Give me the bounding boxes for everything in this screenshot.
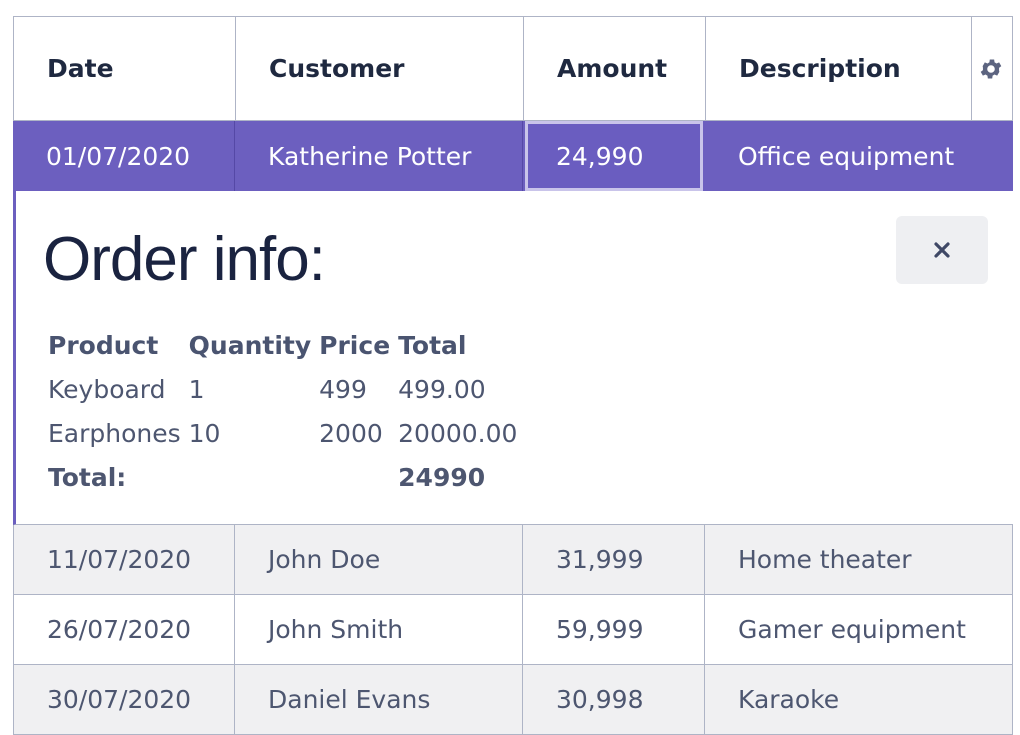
cell-description[interactable]: Gamer equipment <box>705 595 1012 664</box>
order-item-price: 499 <box>319 374 367 404</box>
order-item-quantity: 1 <box>188 374 205 404</box>
order-total-value: 24990 <box>398 462 486 492</box>
order-header-product: Product <box>48 330 159 360</box>
order-header-price: Price <box>319 330 391 360</box>
cell-date[interactable]: 11/07/2020 <box>14 525 235 594</box>
cell-customer[interactable]: John Smith <box>235 595 523 664</box>
order-item-total: 499.00 <box>398 374 486 404</box>
cell-amount-focused[interactable]: 24,990 <box>525 121 703 191</box>
column-header-label: Customer <box>269 54 405 83</box>
close-icon <box>934 242 950 258</box>
order-item-row: Keyboard 1 499 499.00 <box>48 367 525 411</box>
cell-amount[interactable]: 31,999 <box>523 525 705 594</box>
table-row[interactable]: 26/07/2020 John Smith 59,999 Gamer equip… <box>13 595 1013 665</box>
table-row-selected[interactable]: 01/07/2020 Katherine Potter 24,990 Offic… <box>13 121 1013 191</box>
column-header-date[interactable]: Date <box>14 17 236 120</box>
order-total-label: Total: <box>48 462 127 492</box>
table-row[interactable]: 11/07/2020 John Doe 31,999 Home theater <box>13 525 1013 595</box>
cell-date[interactable]: 30/07/2020 <box>14 665 235 734</box>
order-item-price: 2000 <box>319 418 383 448</box>
order-items-header: Product Quantity Price Total <box>48 323 525 367</box>
cell-description[interactable]: Office equipment <box>705 121 1013 191</box>
order-info-title: Order info: <box>43 225 326 294</box>
table-row[interactable]: 30/07/2020 Daniel Evans 30,998 Karaoke <box>13 665 1013 735</box>
cell-customer[interactable]: Katherine Potter <box>235 121 523 191</box>
gear-icon <box>980 58 1002 79</box>
order-items-table: Product Quantity Price Total Keyboard 1 … <box>48 323 525 499</box>
cell-date[interactable]: 26/07/2020 <box>14 595 235 664</box>
settings-button[interactable] <box>970 17 1012 120</box>
data-grid: Date Customer Amount Description 01/07/2… <box>13 16 1013 735</box>
cell-description[interactable]: Karaoke <box>705 665 1012 734</box>
cell-date[interactable]: 01/07/2020 <box>13 121 235 191</box>
order-item-product: Earphones <box>48 418 181 448</box>
cell-amount[interactable]: 30,998 <box>523 665 705 734</box>
order-header-total: Total <box>398 330 467 360</box>
close-button[interactable] <box>896 216 988 284</box>
column-header-label: Description <box>739 54 901 83</box>
order-item-quantity: 10 <box>188 418 221 448</box>
order-item-row: Earphones 10 2000 20000.00 <box>48 411 525 455</box>
column-header-description[interactable]: Description <box>706 17 972 120</box>
order-item-product: Keyboard <box>48 374 166 404</box>
column-header-label: Date <box>47 54 114 83</box>
column-header-label: Amount <box>557 54 668 83</box>
order-detail-panel: Order info: Product Quantity Price Total… <box>13 191 1013 525</box>
cell-amount[interactable]: 59,999 <box>523 595 705 664</box>
order-total-row: Total: 24990 <box>48 455 525 499</box>
column-header-amount[interactable]: Amount <box>524 17 706 120</box>
order-item-total: 20000.00 <box>398 418 518 448</box>
cell-customer[interactable]: Daniel Evans <box>235 665 523 734</box>
cell-description[interactable]: Home theater <box>705 525 1012 594</box>
column-header-customer[interactable]: Customer <box>236 17 524 120</box>
empty-cell <box>319 455 398 499</box>
order-header-quantity: Quantity <box>188 330 312 360</box>
cell-customer[interactable]: John Doe <box>235 525 523 594</box>
header-row: Date Customer Amount Description <box>13 16 1013 121</box>
empty-cell <box>189 455 320 499</box>
